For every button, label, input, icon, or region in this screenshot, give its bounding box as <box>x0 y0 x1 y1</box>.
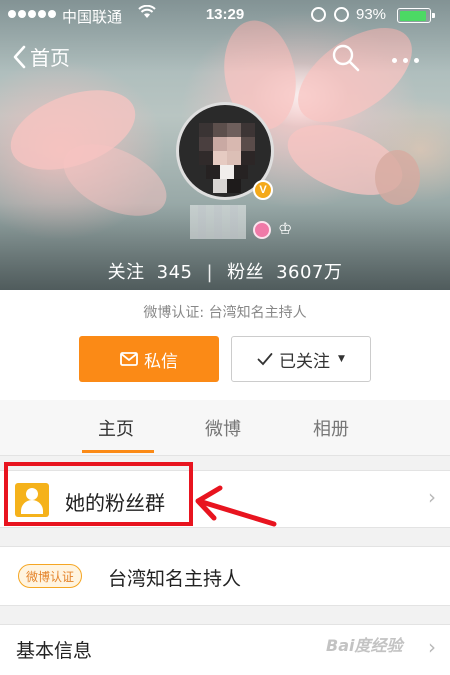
tab-home[interactable]: 主页 <box>98 415 134 441</box>
follow-stats: 关注 345 | 粉丝 3607万 <box>0 258 450 284</box>
followed-button[interactable]: 已关注 ▼ <box>231 336 371 382</box>
stats-divider: | <box>206 262 214 283</box>
member-badge-icon[interactable] <box>253 221 271 239</box>
annotation-arrow-icon <box>195 485 277 527</box>
weibo-verified-badge: 微博认证 <box>18 564 83 588</box>
back-label: 首页 <box>30 46 70 70</box>
followed-label: 已关注 <box>279 351 331 372</box>
search-icon[interactable] <box>332 44 360 76</box>
following-label[interactable]: 关注 <box>108 262 145 283</box>
more-options-icon[interactable] <box>392 58 419 63</box>
verification-row[interactable]: 微博认证 台湾知名主持人 <box>0 546 450 606</box>
verification-line: 微博认证: 台湾知名主持人 <box>143 305 307 321</box>
battery-icon <box>397 8 435 23</box>
message-button[interactable]: 私信 <box>79 336 219 382</box>
tab-album[interactable]: 相册 <box>313 415 349 441</box>
checkmark-icon <box>257 353 273 366</box>
envelope-icon <box>120 352 138 366</box>
basic-info-label: 基本信息 <box>16 640 93 662</box>
alarm-icon <box>334 7 349 22</box>
following-count[interactable]: 345 <box>157 262 193 283</box>
followers-count[interactable]: 3607万 <box>276 262 342 283</box>
followers-label[interactable]: 粉丝 <box>227 262 264 283</box>
back-button[interactable]: 首页 <box>12 42 70 71</box>
tab-weibo[interactable]: 微博 <box>205 415 241 441</box>
verified-badge: V <box>253 180 273 200</box>
rotation-lock-icon <box>311 7 326 22</box>
chevron-right-icon: › <box>428 485 436 509</box>
highlight-box <box>4 462 193 526</box>
dropdown-caret-icon: ▼ <box>338 354 345 364</box>
message-label: 私信 <box>144 351 178 372</box>
chevron-left-icon <box>13 45 26 68</box>
baidu-watermark: Bai度经验 <box>326 636 403 655</box>
verification-text: 台湾知名主持人 <box>108 568 242 590</box>
battery-fill <box>399 10 426 21</box>
status-bar: 中国联通 13:29 93% <box>0 0 450 30</box>
username-blurred <box>190 205 246 239</box>
active-tab-indicator <box>82 450 154 453</box>
crown-icon[interactable]: ♔ <box>278 219 292 238</box>
battery-percent: 93% <box>356 6 387 23</box>
chevron-right-icon: › <box>428 635 436 659</box>
